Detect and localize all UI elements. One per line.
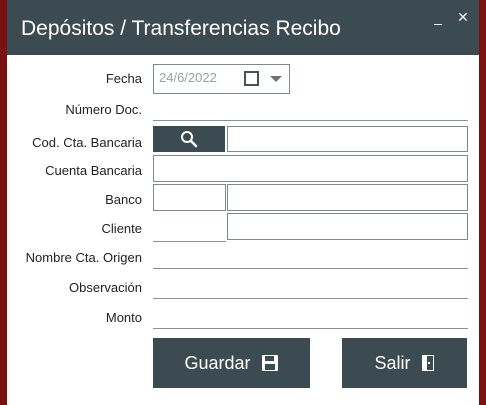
search-button[interactable]	[153, 126, 225, 152]
guardar-button[interactable]: Guardar	[153, 338, 310, 388]
cliente-code-input[interactable]	[153, 241, 226, 242]
fecha-date-picker[interactable]: 24/6/2022	[153, 64, 290, 94]
close-button[interactable]: ✕	[452, 6, 474, 28]
exit-door-icon	[421, 355, 434, 371]
chevron-down-icon[interactable]	[270, 76, 282, 82]
salir-button[interactable]: Salir	[342, 338, 467, 388]
title-bar: Depósitos / Transferencias Recibo _ ✕	[7, 0, 479, 55]
window-title: Depósitos / Transferencias Recibo	[21, 17, 341, 40]
fecha-value: 24/6/2022	[159, 70, 217, 85]
cuenta-bancaria-input[interactable]	[153, 155, 468, 182]
banco-name-input[interactable]	[227, 184, 468, 211]
banco-label: Banco	[105, 192, 142, 207]
background-left-strip	[0, 0, 7, 405]
guardar-label: Guardar	[184, 352, 251, 373]
observacion-label: Observación	[69, 280, 142, 295]
cliente-label: Cliente	[101, 221, 142, 236]
monto-label: Monto	[105, 310, 142, 325]
observacion-input[interactable]	[153, 298, 468, 299]
banco-code-input[interactable]	[153, 184, 226, 211]
search-icon	[181, 131, 198, 148]
fecha-label: Fecha	[105, 71, 142, 86]
nombre-cta-origen-input[interactable]	[153, 268, 468, 269]
nombre-cta-origen-label: Nombre Cta. Origen	[25, 250, 142, 265]
cuenta-bancaria-label: Cuenta Bancaria	[45, 163, 142, 178]
cliente-name-input[interactable]	[227, 213, 468, 240]
background-right-strip	[479, 0, 486, 405]
minimize-button[interactable]: _	[427, 6, 449, 28]
salir-label: Salir	[374, 352, 411, 373]
numero-doc-label: Número Doc.	[65, 102, 142, 117]
deposit-dialog: Depósitos / Transferencias Recibo _ ✕ Fe…	[7, 0, 479, 405]
cod-cta-input[interactable]	[227, 126, 468, 152]
cod-cta-label: Cod. Cta. Bancaria	[32, 135, 142, 150]
checkbox-icon[interactable]	[244, 71, 259, 86]
save-icon	[261, 355, 278, 371]
monto-input[interactable]	[153, 328, 468, 329]
numero-doc-input[interactable]	[153, 120, 468, 121]
